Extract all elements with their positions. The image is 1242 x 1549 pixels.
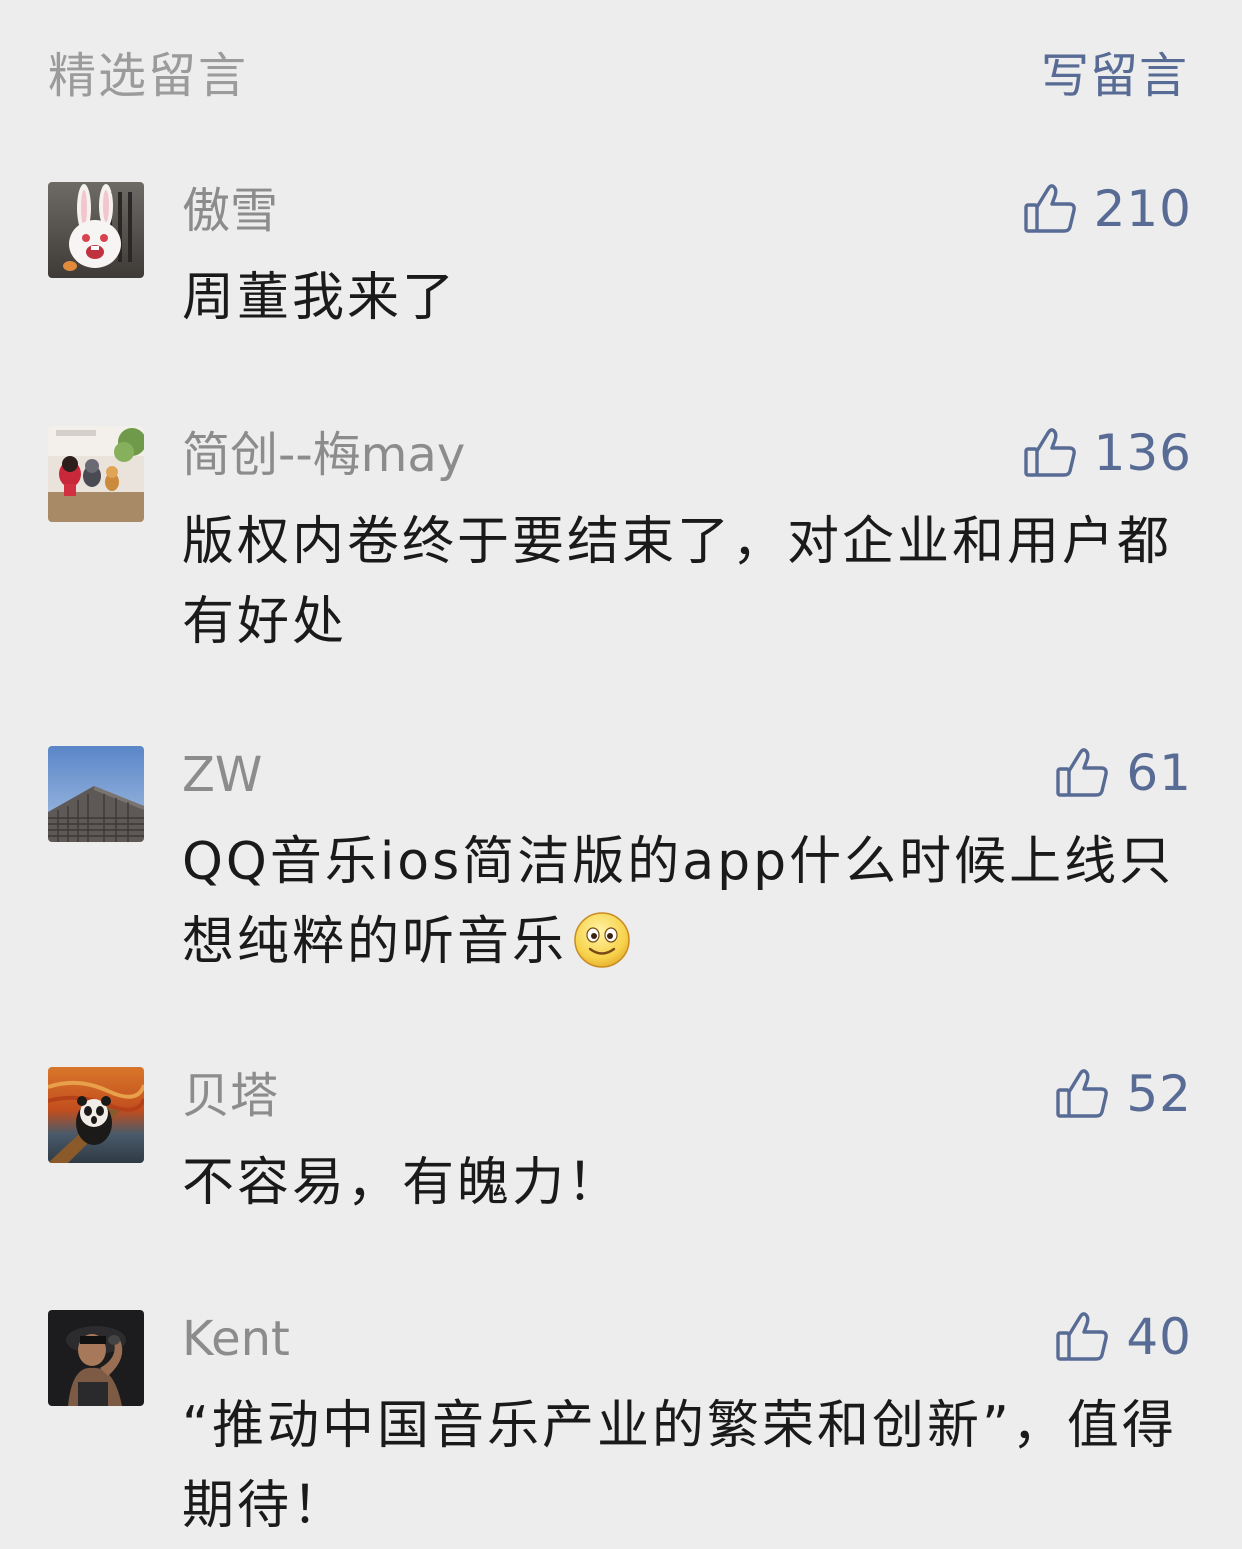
comment-nickname[interactable]: ZW (182, 744, 262, 806)
comment-content: 周董我来了 (182, 268, 458, 328)
smiley-emoji (574, 912, 630, 968)
comments-header: 精选留言 写留言 (0, 0, 1242, 150)
like-button[interactable]: 210 (1022, 174, 1192, 244)
comment-content: 版权内卷终于要结束了，对企业和用户都有好处 (182, 512, 1173, 652)
like-count: 210 (1093, 180, 1192, 238)
thumbs-up-icon (1023, 428, 1076, 477)
thumbs-up-icon (1056, 1069, 1109, 1118)
like-button[interactable]: 61 (1054, 738, 1192, 808)
avatar[interactable] (48, 182, 144, 278)
avatar[interactable] (48, 426, 144, 522)
comment-nickname[interactable]: 简创--梅may (182, 424, 465, 486)
thumbs-up-icon (1056, 1312, 1109, 1361)
comment-text: QQ音乐ios简洁版的app什么时候上线只想纯粹的听音乐 (182, 832, 1175, 972)
comment-nickname[interactable]: 贝塔 (182, 1065, 278, 1127)
avatar[interactable] (48, 746, 144, 842)
comment-content: 不容易，有魄力！ (182, 1153, 623, 1213)
like-count: 52 (1126, 1065, 1192, 1123)
like-count: 136 (1093, 424, 1192, 482)
like-count: 61 (1126, 744, 1192, 802)
thumbs-up-icon (1056, 748, 1109, 797)
comment-content: QQ音乐ios简洁版的app什么时候上线只想纯粹的听音乐 (182, 822, 1192, 982)
comment-content: “推动中国音乐产业的繁荣和创新”，值得期待！ (182, 1396, 1177, 1536)
section-title: 精选留言 (48, 48, 249, 104)
comment-nickname[interactable]: 傲雪 (182, 180, 278, 242)
thumbs-up-icon (1023, 184, 1076, 233)
like-button[interactable]: 40 (1054, 1302, 1192, 1372)
write-comment-button[interactable]: 写留言 (1041, 44, 1188, 108)
like-count: 40 (1126, 1308, 1192, 1366)
comment-nickname[interactable]: Kent (182, 1308, 290, 1370)
like-button[interactable]: 52 (1054, 1059, 1192, 1129)
avatar[interactable] (48, 1067, 144, 1163)
like-button[interactable]: 136 (1022, 418, 1192, 488)
avatar[interactable] (48, 1310, 144, 1406)
